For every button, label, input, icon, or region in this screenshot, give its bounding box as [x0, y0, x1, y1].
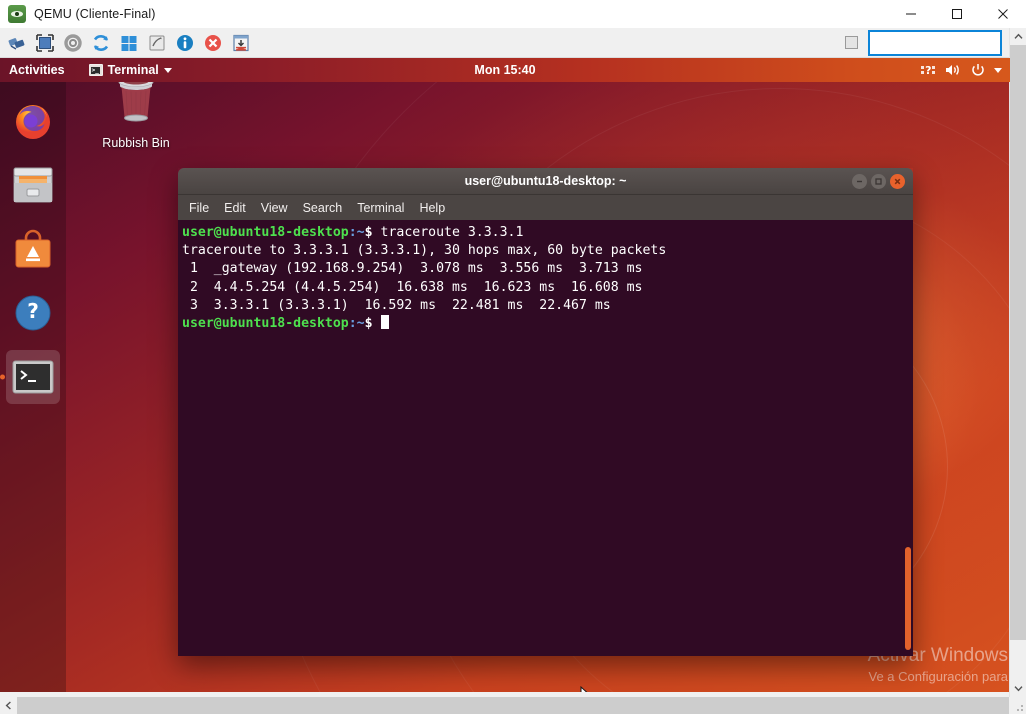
menu-view[interactable]: View	[261, 201, 288, 215]
svg-text:?: ?	[27, 299, 39, 323]
system-tray[interactable]: ?	[921, 63, 1002, 77]
menu-help[interactable]: Help	[419, 201, 445, 215]
terminal-icon	[89, 64, 103, 76]
terminal-command-line: user@ubuntu18-desktop:~$ traceroute 3.3.…	[182, 224, 913, 242]
volume-icon	[945, 63, 962, 77]
refresh-icon[interactable]	[88, 30, 114, 56]
chevron-down-icon	[994, 68, 1002, 73]
window-title: QEMU (Cliente-Final)	[34, 7, 155, 21]
terminal-body[interactable]: user@ubuntu18-desktop:~$ traceroute 3.3.…	[178, 220, 913, 656]
dock-item-ubuntu-software[interactable]	[6, 222, 60, 276]
menu-edit[interactable]: Edit	[224, 201, 246, 215]
ubuntu-dock: ?	[0, 82, 66, 692]
prompt-user: user@ubuntu18-desktop	[182, 316, 349, 331]
preferences-icon[interactable]	[60, 30, 86, 56]
dock-item-files[interactable]	[6, 158, 60, 212]
close-button[interactable]	[980, 0, 1026, 28]
terminal-command: traceroute 3.3.3.1	[373, 225, 524, 240]
file-transfer-icon[interactable]	[228, 30, 254, 56]
horizontal-scroll-thumb[interactable]	[17, 697, 1009, 714]
terminal-output-line: 2 4.4.5.254 (4.4.5.254) 16.638 ms 16.623…	[182, 279, 913, 297]
scroll-left-button[interactable]	[0, 697, 17, 714]
terminal-prompt-line: user@ubuntu18-desktop:~$	[182, 315, 913, 333]
terminal-maximize-button[interactable]	[871, 174, 886, 189]
terminal-minimize-button[interactable]	[852, 174, 867, 189]
prompt-path: :~	[349, 225, 365, 240]
vertical-scrollbar[interactable]	[1009, 28, 1026, 697]
desktop-icon-label: Rubbish Bin	[93, 136, 179, 150]
svg-text:?: ?	[925, 64, 931, 77]
fullscreen-icon[interactable]	[32, 30, 58, 56]
scroll-down-button[interactable]	[1010, 680, 1026, 697]
terminal-menubar: File Edit View Search Terminal Help	[178, 195, 913, 220]
terminal-window[interactable]: user@ubuntu18-desktop: ~ File Edit Vie	[178, 168, 913, 656]
terminal-title: user@ubuntu18-desktop: ~	[178, 174, 913, 188]
terminal-close-button[interactable]	[890, 174, 905, 189]
terminal-cursor	[381, 315, 389, 329]
terminal-scrollbar[interactable]	[905, 547, 911, 650]
menu-search[interactable]: Search	[303, 201, 343, 215]
app-menu-label: Terminal	[108, 63, 159, 77]
disconnect-icon[interactable]	[200, 30, 226, 56]
terminal-titlebar[interactable]: user@ubuntu18-desktop: ~	[178, 168, 913, 195]
resize-grip[interactable]	[1017, 705, 1024, 712]
scroll-up-button[interactable]	[1010, 28, 1026, 45]
maximize-button[interactable]	[934, 0, 980, 28]
vm-viewport[interactable]: Activities Terminal Mon 15:40 ?	[0, 58, 1010, 692]
qemu-window: QEMU (Cliente-Final)	[0, 0, 1026, 714]
minimize-button[interactable]	[888, 0, 934, 28]
terminal-output-line: 3 3.3.3.1 (3.3.3.1) 16.592 ms 22.481 ms …	[182, 297, 913, 315]
prompt-user: user@ubuntu18-desktop	[182, 225, 349, 240]
search-input[interactable]	[868, 30, 1002, 56]
scrollbar-corner	[1009, 697, 1026, 714]
network-unknown-icon: ?	[921, 63, 936, 77]
prompt-symbol: $	[365, 225, 373, 240]
window-controls	[888, 0, 1026, 28]
horizontal-scrollbar[interactable]	[0, 697, 1026, 714]
menu-file[interactable]: File	[189, 201, 209, 215]
screenshot-icon[interactable]	[144, 30, 170, 56]
terminal-output-line: 1 _gateway (192.168.9.254) 3.078 ms 3.55…	[182, 260, 913, 278]
qemu-toolbar	[0, 28, 1026, 58]
mouse-cursor	[580, 686, 593, 692]
window-titlebar: QEMU (Cliente-Final)	[0, 0, 1026, 28]
connect-icon[interactable]	[4, 30, 30, 56]
prompt-symbol: $	[365, 316, 373, 331]
chevron-down-icon	[164, 68, 172, 73]
dock-item-firefox[interactable]	[6, 94, 60, 148]
toggle-button[interactable]	[845, 36, 858, 49]
activities-button[interactable]: Activities	[9, 63, 65, 77]
terminal-output-line: traceroute to 3.3.3.1 (3.3.3.1), 30 hops…	[182, 242, 913, 260]
app-menu-button[interactable]: Terminal	[89, 63, 172, 77]
dock-item-terminal[interactable]	[6, 350, 60, 404]
power-icon	[971, 63, 985, 77]
prompt-path: :~	[349, 316, 365, 331]
desktop-icon-rubbish-bin[interactable]: Rubbish Bin	[93, 72, 179, 150]
dock-item-help[interactable]: ?	[6, 286, 60, 340]
info-icon[interactable]	[172, 30, 198, 56]
windows-icon[interactable]	[116, 30, 142, 56]
menu-terminal[interactable]: Terminal	[357, 201, 404, 215]
terminal-window-controls	[852, 174, 905, 189]
gnome-topbar: Activities Terminal Mon 15:40 ?	[0, 58, 1010, 82]
qemu-icon	[8, 5, 26, 23]
vertical-scroll-thumb[interactable]	[1010, 45, 1026, 640]
